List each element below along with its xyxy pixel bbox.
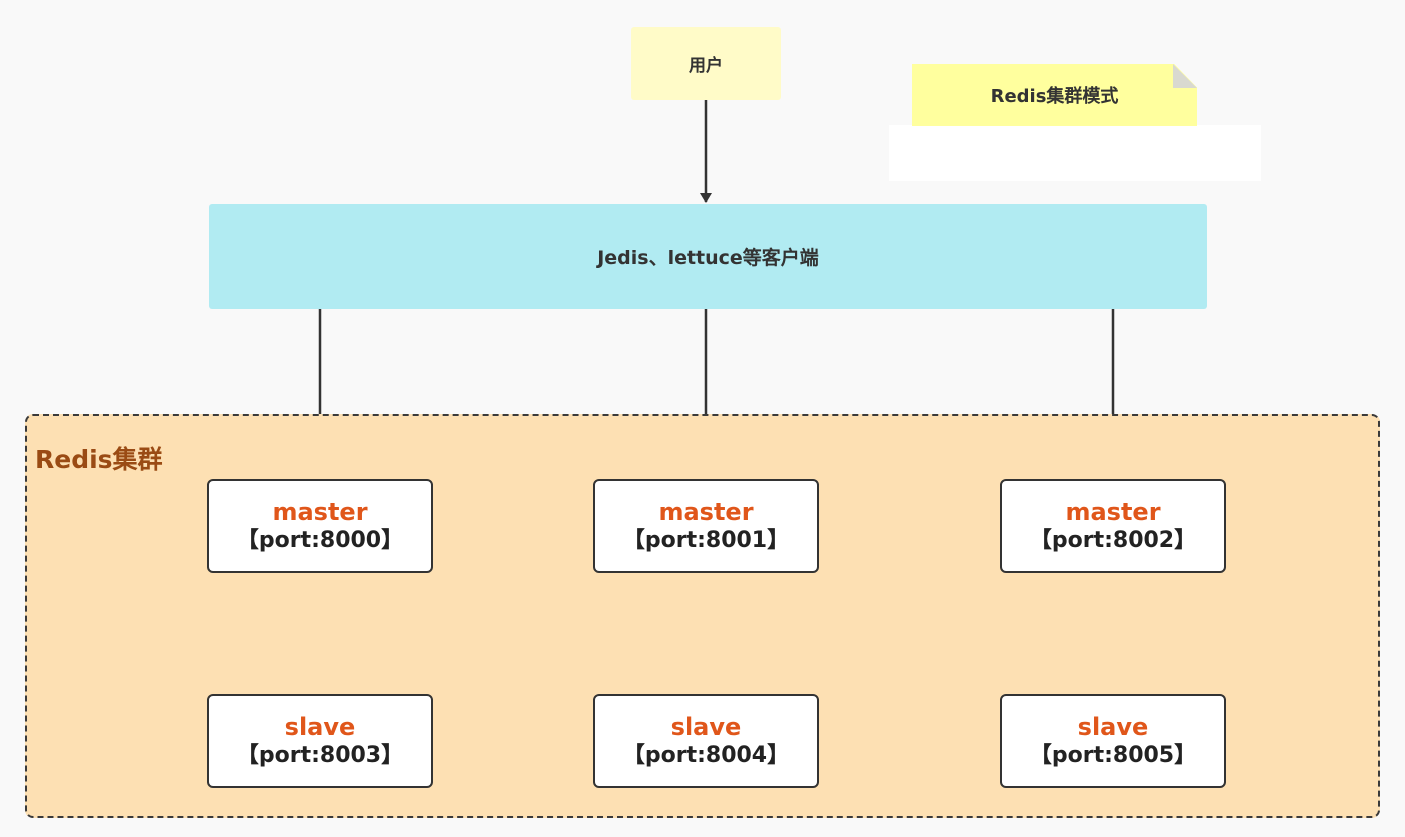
node-role: slave [670, 713, 742, 742]
user-node: 用户 [631, 27, 781, 100]
node-role: slave [284, 713, 356, 742]
cluster-label: Redis集群 [35, 445, 163, 474]
client-node: Jedis、lettuce等客户端 [209, 204, 1207, 309]
slave-node-3: slave 【port:8005】 [1000, 694, 1226, 788]
user-label: 用户 [689, 56, 723, 76]
node-port: 【port:8001】 [622, 528, 790, 554]
master-node-2: master 【port:8001】 [593, 479, 819, 573]
master-node-1: master 【port:8000】 [207, 479, 433, 573]
node-role: master [272, 498, 368, 527]
diagram-title-note: Redis集群模式 [912, 64, 1197, 126]
slave-node-1: slave 【port:8003】 [207, 694, 433, 788]
node-port: 【port:8004】 [622, 743, 790, 769]
node-role: slave [1077, 713, 1149, 742]
node-role: master [658, 498, 754, 527]
client-label: Jedis、lettuce等客户端 [597, 247, 819, 269]
node-port: 【port:8000】 [236, 528, 404, 554]
diagram-title: Redis集群模式 [990, 86, 1119, 107]
slave-node-2: slave 【port:8004】 [593, 694, 819, 788]
note-backing [889, 125, 1261, 181]
node-port: 【port:8005】 [1029, 743, 1197, 769]
node-port: 【port:8003】 [236, 743, 404, 769]
node-port: 【port:8002】 [1029, 528, 1197, 554]
node-role: master [1065, 498, 1161, 527]
master-node-3: master 【port:8002】 [1000, 479, 1226, 573]
